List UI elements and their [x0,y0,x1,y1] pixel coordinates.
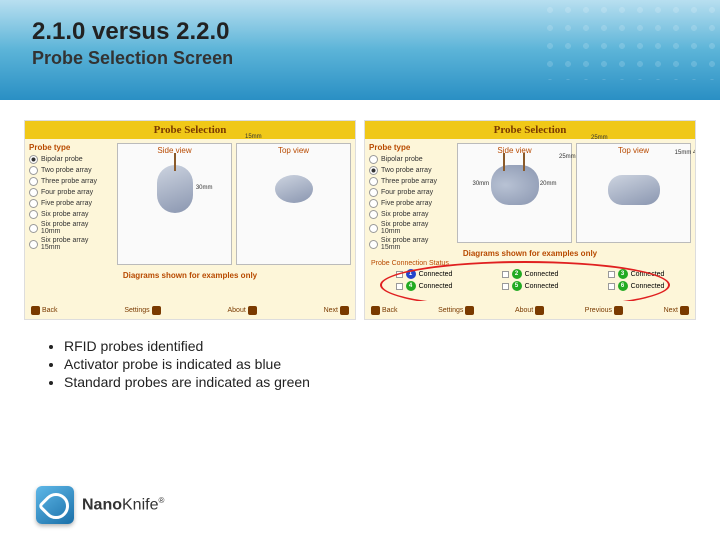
probe-status: 4Connected [396,281,453,291]
next-button[interactable]: Next [664,303,689,317]
probe-status: 1Connected [396,269,453,279]
probe-option-radio[interactable]: Six probe array 15mm [369,237,449,251]
screenshot-v210: Probe Selection Probe type Bipolar probe… [24,120,356,320]
screen-footer: Back Settings About Next [25,301,355,319]
checkbox-icon [396,271,403,278]
side-view-box: Side view 30mm [117,143,232,265]
probe-status: 6Connected [608,281,665,291]
top-view-label: Top view [618,146,649,155]
probe-dot: 3 [618,269,628,279]
top-view-box: Top view 25mm 25mm 15mm 4PLCS [576,143,691,243]
connection-header: Probe Connection Status [371,260,689,267]
gear-icon [465,306,474,315]
top-view-label: Top view [278,146,309,155]
screen-footer: Back Settings About Previous Next [365,301,695,319]
probe-option-radio[interactable]: Five probe array [369,199,449,208]
lesion-top-graphic: 25mm 25mm 15mm 4PLCS [608,175,660,205]
probe-option-radio[interactable]: Six probe array [369,210,449,219]
next-button[interactable]: Next [324,303,349,317]
next-icon [340,306,349,315]
probe-type-label: Probe type [29,143,109,152]
back-button[interactable]: Back [31,303,58,317]
settings-button[interactable]: Settings [124,303,160,317]
lesion-top-graphic: 15mm [275,175,313,203]
dim-label: 15mm [245,134,262,140]
probe-option-radio[interactable]: Three probe array [29,177,109,186]
probe-option-radio[interactable]: Two probe array [369,166,449,175]
brand-logo: NanoKnife® [36,486,164,524]
probe-option-radio[interactable]: Six probe array 15mm [29,237,109,251]
probe-option-radio[interactable]: Bipolar probe [369,155,449,164]
prev-icon [614,306,623,315]
bullet-item: Activator probe is indicated as blue [64,356,696,372]
info-icon [535,306,544,315]
checkbox-icon [502,271,509,278]
about-button[interactable]: About [227,303,256,317]
next-icon [680,306,689,315]
checkbox-icon [502,283,509,290]
probe-dot: 1 [406,269,416,279]
diagrams-note: Diagrams shown for examples only [25,271,355,280]
probe-dot: 4 [406,281,416,291]
screenshot-v220: Probe Selection Probe type Bipolar probe… [364,120,696,320]
previous-button[interactable]: Previous [585,303,623,317]
probe-dot: 2 [512,269,522,279]
nanoknife-icon [36,486,74,524]
dim-label: 30mm [196,185,213,191]
probe-dot: 5 [512,281,522,291]
bullet-list: RFID probes identified Activator probe i… [24,338,696,390]
probe-option-radio[interactable]: Six probe array [29,210,109,219]
probe-type-label: Probe type [369,143,449,152]
back-icon [31,306,40,315]
probe-type-panel: Probe type Bipolar probe Two probe array T… [365,139,453,247]
slide-subtitle: Probe Selection Screen [32,48,688,69]
info-icon [248,306,257,315]
back-icon [371,306,380,315]
probe-option-radio[interactable]: Four probe array [369,188,449,197]
about-button[interactable]: About [515,303,544,317]
bullet-item: Standard probes are indicated as green [64,374,696,390]
lesion-side-graphic: 30mm [157,165,193,213]
probe-status: 3Connected [608,269,665,279]
bullet-item: RFID probes identified [64,338,696,354]
gear-icon [152,306,161,315]
probe-option-radio[interactable]: Bipolar probe [29,155,109,164]
side-view-box: Side view 30mm 20mm [457,143,572,243]
screen-title: Probe Selection [25,121,355,139]
connection-status-panel: Probe Connection Status 1Connected 2Conne… [365,258,695,295]
probe-option-radio[interactable]: Four probe array [29,188,109,197]
lesion-side-graphic: 30mm 20mm [491,165,539,205]
slide-header: 2.1.0 versus 2.2.0 Probe Selection Scree… [0,0,720,100]
probe-option-radio[interactable]: Two probe array [29,166,109,175]
probe-option-radio[interactable]: Three probe array [369,177,449,186]
probe-option-radio[interactable]: Six probe array 10mm [29,221,109,235]
probe-option-radio[interactable]: Six probe array 10mm [369,221,449,235]
probe-status: 5Connected [502,281,559,291]
screen-title: Probe Selection [365,121,695,139]
checkbox-icon [608,283,615,290]
probe-type-panel: Probe type Bipolar probe Two probe array T… [25,139,113,269]
top-view-box: Top view 15mm [236,143,351,265]
back-button[interactable]: Back [371,303,398,317]
settings-button[interactable]: Settings [438,303,474,317]
slide-title: 2.1.0 versus 2.2.0 [32,18,688,46]
probe-status: 2Connected [502,269,559,279]
slide-content: Probe Selection Probe type Bipolar probe… [0,100,720,412]
screenshots-row: Probe Selection Probe type Bipolar probe… [24,120,696,320]
checkbox-icon [608,271,615,278]
brand-text: NanoKnife® [82,496,164,514]
checkbox-icon [396,283,403,290]
probe-option-radio[interactable]: Five probe array [29,199,109,208]
probe-dot: 6 [618,281,628,291]
